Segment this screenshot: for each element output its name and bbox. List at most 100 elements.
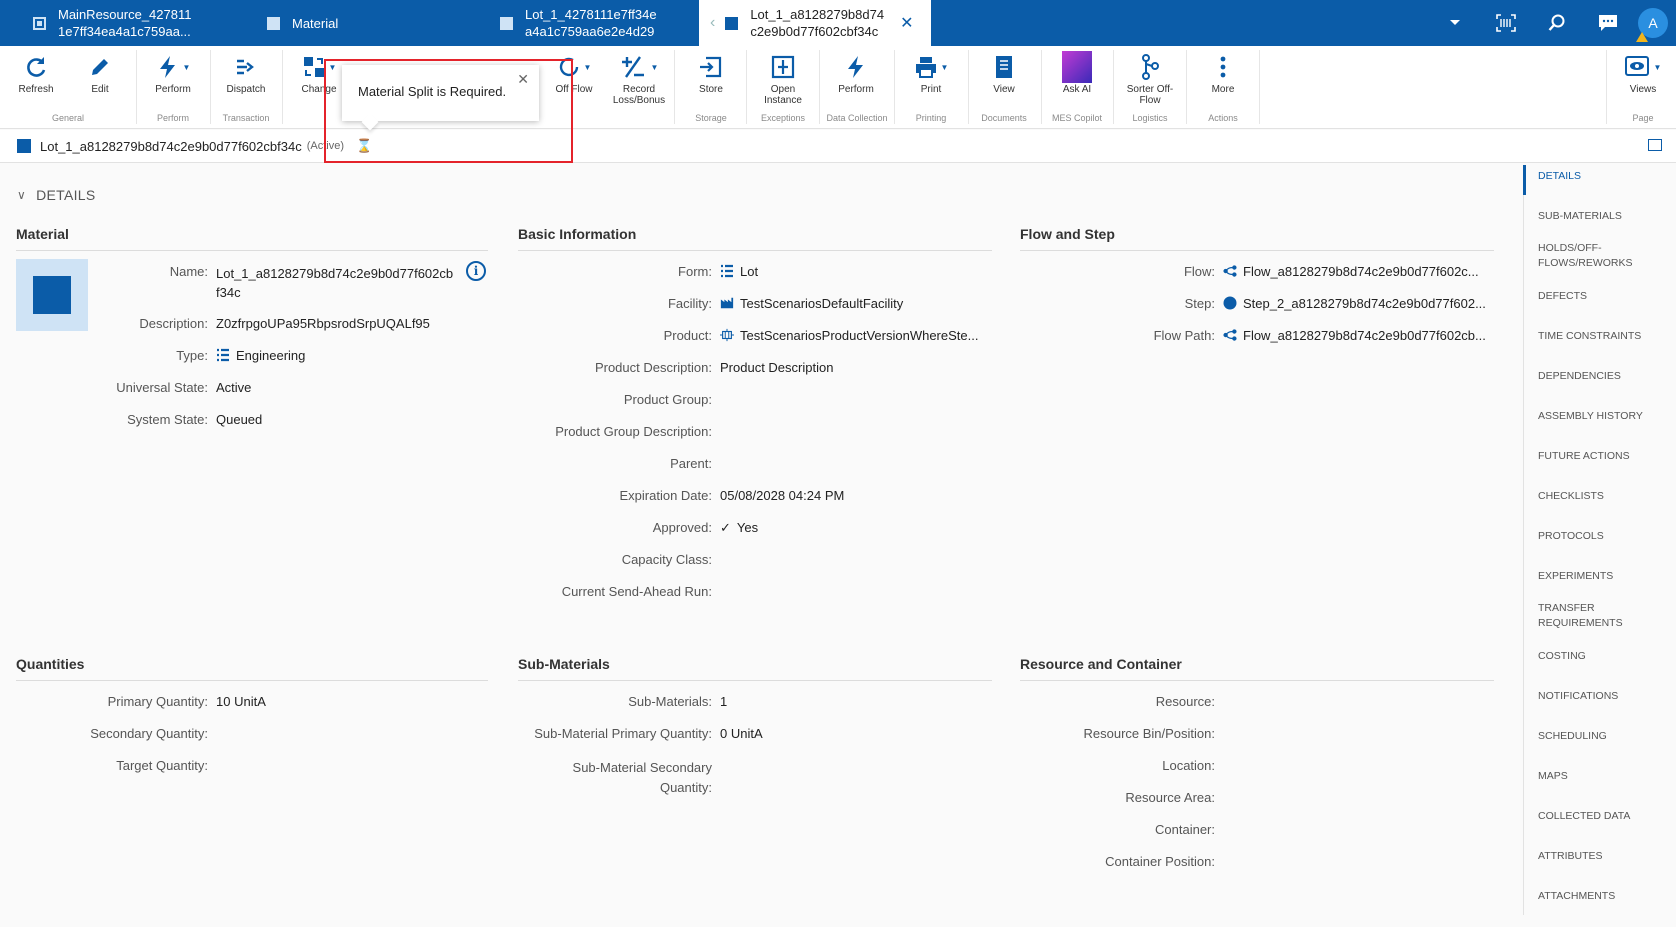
secondary-quantity-row: Secondary Quantity: bbox=[16, 726, 216, 741]
user-avatar[interactable]: A bbox=[1630, 0, 1676, 46]
tab-lot-4278111[interactable]: Lot_1_4278111e7ff34e a4a1c759aa6e2e4d29 bbox=[500, 0, 657, 46]
nav-sub-materials[interactable]: SUB-MATERIALS bbox=[1538, 209, 1668, 224]
ai-copilot-icon bbox=[1046, 50, 1108, 84]
views-button[interactable]: ▼ Views bbox=[1612, 50, 1674, 95]
record-label-line2: Loss/Bonus bbox=[612, 95, 666, 106]
nav-notifications[interactable]: NOTIFICATIONS bbox=[1538, 689, 1668, 704]
resource-bin-label: Resource Bin/Position: bbox=[1083, 726, 1215, 741]
chevron-down-icon[interactable] bbox=[1432, 0, 1478, 46]
nav-attachments[interactable]: ATTACHMENTS bbox=[1538, 889, 1668, 904]
chevron-down-icon: ▼ bbox=[1653, 62, 1662, 72]
tab-lot-a8128279[interactable]: ‹ Lot_1_a8128279b8d74 c2e9b0d77f602cbf34… bbox=[699, 0, 931, 46]
nav-checklists[interactable]: CHECKLISTS bbox=[1538, 489, 1668, 504]
nav-defects[interactable]: DEFECTS bbox=[1538, 289, 1668, 304]
group-actions-label: Actions bbox=[1208, 113, 1238, 123]
flow-path-row: Flow Path: Flow_a8128279b8d74c2e9b0d77f6… bbox=[1020, 328, 1486, 343]
expiration-date-row: Expiration Date: 05/08/2028 04:24 PM bbox=[518, 488, 845, 503]
record-loss-bonus-button[interactable]: ▼ Record Loss/Bonus bbox=[608, 50, 670, 106]
nav-transfer-requirements[interactable]: TRANSFER REQUIREMENTS bbox=[1538, 601, 1633, 631]
product-group-row: Product Group: bbox=[518, 392, 720, 407]
group-printing-label: Printing bbox=[915, 113, 947, 123]
tab-material[interactable]: Material bbox=[267, 0, 338, 46]
facility-link[interactable]: TestScenariosDefaultFacility bbox=[720, 296, 903, 311]
nav-dependencies[interactable]: DEPENDENCIES bbox=[1538, 369, 1668, 384]
search-icon[interactable] bbox=[1534, 0, 1580, 46]
tab-label-line1: MainResource_427811 bbox=[58, 7, 192, 22]
ribbon-separator bbox=[674, 50, 675, 124]
store-button[interactable]: Store bbox=[680, 50, 742, 95]
approved-value: Yes bbox=[736, 520, 759, 535]
expiration-date-value: 05/08/2028 04:24 PM bbox=[720, 488, 845, 503]
nav-attributes[interactable]: ATTRIBUTES bbox=[1538, 849, 1668, 864]
system-state-label: System State: bbox=[127, 412, 208, 427]
flow-link[interactable]: Flow_a8128279b8d74c2e9b0d77f602c... bbox=[1223, 264, 1479, 279]
hourglass-icon[interactable]: ⌛ bbox=[356, 138, 372, 154]
off-flow-button[interactable]: ▼ Off Flow bbox=[543, 50, 605, 95]
nav-holds-off-flows-reworks[interactable]: HOLDS/OFF-FLOWS/REWORKS bbox=[1538, 241, 1643, 271]
perform-button[interactable]: ▼ Perform bbox=[142, 50, 204, 95]
divider bbox=[518, 250, 992, 251]
ribbon-separator bbox=[746, 50, 747, 124]
print-button[interactable]: ▼ Print bbox=[900, 50, 962, 95]
edit-button[interactable]: Edit bbox=[69, 50, 131, 95]
nav-maps[interactable]: MAPS bbox=[1538, 769, 1668, 784]
capacity-class-label: Capacity Class: bbox=[621, 552, 712, 567]
submaterial-primary-label: Sub-Material Primary Quantity: bbox=[534, 726, 712, 741]
factory-icon bbox=[720, 297, 734, 309]
perform-data-collection-button[interactable]: Perform bbox=[825, 50, 887, 95]
step-link[interactable]: Step_2_a8128279b8d74c2e9b0d77f602... bbox=[1223, 296, 1486, 311]
sorter-off-flow-button[interactable]: Sorter Off- Flow bbox=[1119, 50, 1181, 106]
ribbon-separator bbox=[282, 50, 283, 124]
ribbon-separator bbox=[819, 50, 820, 124]
entity-name: Lot_1_a8128279b8d74c2e9b0d77f602cbf34c bbox=[40, 138, 302, 154]
resource-label: Resource: bbox=[1155, 694, 1215, 709]
type-link[interactable]: Engineering bbox=[216, 348, 305, 363]
product-label: Product: bbox=[663, 328, 712, 343]
collapse-panel-icon[interactable] bbox=[1648, 139, 1662, 151]
nav-details[interactable]: DETAILS bbox=[1538, 169, 1668, 184]
container-label: Container: bbox=[1155, 822, 1215, 837]
nav-future-actions[interactable]: FUTURE ACTIONS bbox=[1538, 449, 1668, 464]
material-icon bbox=[17, 139, 31, 153]
divider bbox=[16, 680, 488, 681]
group-general-label: General bbox=[51, 113, 85, 123]
ask-ai-button[interactable]: Ask AI bbox=[1046, 50, 1108, 95]
tab-main-resource[interactable]: MainResource_427811 1e7ff34ea4a1c759aa..… bbox=[33, 0, 191, 46]
nav-time-constraints[interactable]: TIME CONSTRAINTS bbox=[1538, 329, 1668, 344]
material-icon bbox=[500, 16, 513, 30]
chevron-down-icon: ∨ bbox=[17, 188, 27, 202]
chat-icon[interactable] bbox=[1585, 0, 1631, 46]
material-icon bbox=[725, 16, 739, 30]
approved-row: Approved: ✓ Yes bbox=[518, 520, 758, 536]
nav-collected-data[interactable]: COLLECTED DATA bbox=[1538, 809, 1668, 824]
open-instance-button[interactable]: Open Instance bbox=[752, 50, 814, 106]
change-button[interactable]: ▼ Change bbox=[288, 50, 350, 95]
facility-label: Facility: bbox=[667, 296, 712, 311]
close-icon[interactable]: ✕ bbox=[517, 71, 529, 88]
flow-path-link[interactable]: Flow_a8128279b8d74c2e9b0d77f602cb... bbox=[1223, 328, 1486, 343]
info-icon[interactable]: i bbox=[466, 261, 486, 281]
details-section-toggle[interactable]: ∨ DETAILS bbox=[17, 187, 96, 203]
nav-assembly-history[interactable]: ASSEMBLY HISTORY bbox=[1538, 409, 1668, 424]
barcode-scan-icon[interactable] bbox=[1483, 0, 1529, 46]
material-split-tooltip: Material Split is Required. ✕ bbox=[342, 65, 539, 131]
nav-protocols[interactable]: PROTOCOLS bbox=[1538, 529, 1668, 544]
submaterial-secondary-row: Sub-Material Secondary Quantity: bbox=[518, 758, 720, 798]
dispatch-button[interactable]: Dispatch bbox=[215, 50, 277, 95]
nav-experiments[interactable]: EXPERIMENTS bbox=[1538, 569, 1668, 584]
close-tab-icon[interactable]: ✕ bbox=[900, 13, 913, 33]
product-row: Product: TestScenariosProductVersionWher… bbox=[518, 328, 979, 343]
chevron-left-icon[interactable]: ‹ bbox=[710, 14, 715, 32]
ribbon-separator bbox=[1186, 50, 1187, 124]
refresh-button[interactable]: Refresh bbox=[5, 50, 67, 95]
view-documents-button[interactable]: View bbox=[973, 50, 1035, 95]
chevron-down-icon: ▼ bbox=[650, 62, 659, 72]
submaterials-count-value: 1 bbox=[720, 694, 728, 709]
product-link[interactable]: TestScenariosProductVersionWhereSte... bbox=[720, 328, 978, 343]
nav-scheduling[interactable]: SCHEDULING bbox=[1538, 729, 1668, 744]
capacity-class-row: Capacity Class: bbox=[518, 552, 720, 567]
nav-costing[interactable]: COSTING bbox=[1538, 649, 1668, 664]
form-link[interactable]: Lot bbox=[720, 264, 758, 279]
secondary-quantity-label: Secondary Quantity: bbox=[90, 726, 208, 741]
more-button[interactable]: More bbox=[1192, 50, 1254, 95]
